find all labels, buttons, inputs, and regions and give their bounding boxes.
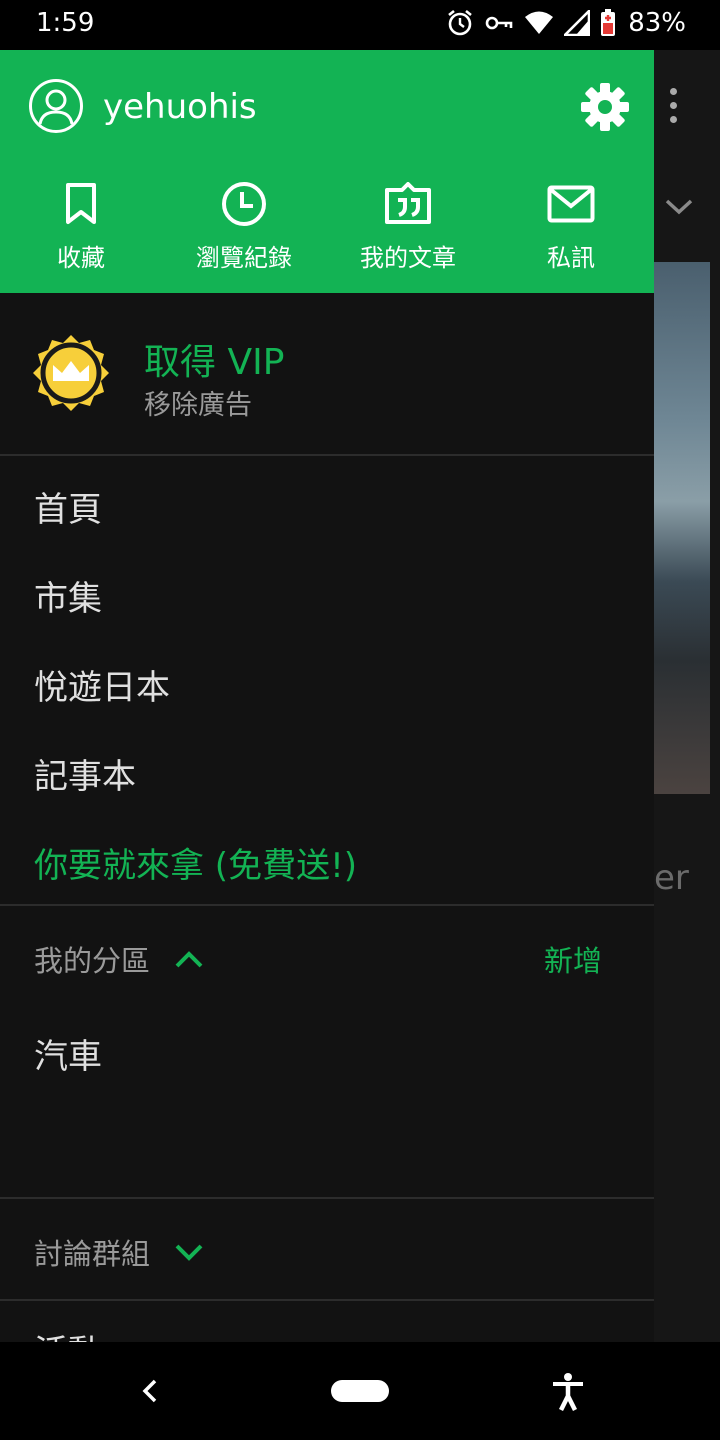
vip-title: 取得 VIP (144, 342, 285, 383)
home-pill-button[interactable] (331, 1380, 389, 1402)
accessibility-icon[interactable] (550, 1372, 586, 1412)
menu-item-home[interactable]: 首頁 (34, 482, 102, 531)
divider (0, 904, 654, 906)
background-partial-text: er (654, 858, 689, 898)
status-time: 1:59 (36, 8, 95, 38)
divider (0, 1299, 654, 1301)
crown-badge-icon (33, 335, 109, 411)
menu-item-market[interactable]: 市集 (34, 571, 102, 620)
my-sections-title: 我的分區 (34, 944, 151, 978)
background-app: er (654, 50, 720, 1342)
groups-title: 討論群組 (34, 1237, 151, 1271)
section-item-car[interactable]: 汽車 (34, 1029, 102, 1078)
drawer-header: yehuohis 收藏 瀏覽紀錄 我的文章 私訊 (0, 50, 654, 293)
quick-favorites-label: 收藏 (57, 244, 105, 272)
groups-header[interactable]: 討論群組 (34, 1231, 204, 1273)
quick-my-articles-label: 我的文章 (360, 244, 456, 272)
quick-history-label: 瀏覽紀錄 (196, 244, 292, 272)
bookmark-icon (66, 183, 96, 224)
back-icon[interactable] (138, 1378, 162, 1404)
status-bar: 1:59 83% (0, 0, 720, 50)
menu-item-notebook[interactable]: 記事本 (34, 749, 136, 798)
quick-messages[interactable]: 私訊 (496, 180, 646, 273)
background-photo (654, 262, 710, 794)
quick-history[interactable]: 瀏覽紀錄 (169, 180, 319, 273)
quick-my-articles[interactable]: 我的文章 (333, 180, 483, 273)
signal-icon (564, 10, 591, 36)
chevron-up-icon (175, 951, 203, 968)
avatar-icon[interactable] (28, 78, 84, 134)
menu-item-giveaway[interactable]: 你要就來拿 (免費送!) (34, 838, 357, 887)
overflow-menu-icon (670, 88, 680, 130)
quick-favorites[interactable]: 收藏 (6, 180, 156, 273)
quick-messages-label: 私訊 (547, 244, 595, 272)
vpn-key-icon (485, 16, 513, 30)
gear-icon[interactable] (580, 82, 630, 132)
username[interactable]: yehuohis (103, 87, 257, 127)
my-sections-header[interactable]: 我的分區 (34, 938, 204, 980)
chevron-down-icon (665, 199, 693, 215)
add-section-button[interactable]: 新增 (544, 938, 602, 980)
navigation-drawer: yehuohis 收藏 瀏覽紀錄 我的文章 私訊 取得 VIP 移除廣告 首頁 … (0, 50, 654, 1342)
chevron-down-icon (175, 1244, 203, 1261)
menu-item-events[interactable]: 活動 (34, 1325, 102, 1342)
mail-icon (547, 185, 595, 223)
system-nav-bar (0, 1342, 720, 1440)
alarm-icon (448, 9, 473, 36)
clock-icon (222, 182, 266, 226)
vip-banner[interactable]: 取得 VIP 移除廣告 (0, 293, 654, 456)
menu-item-japan-travel[interactable]: 悅遊日本 (34, 660, 170, 709)
vip-subtitle: 移除廣告 (144, 390, 252, 421)
battery-percent: 83% (628, 8, 686, 38)
battery-icon (601, 9, 616, 36)
divider (0, 1197, 654, 1199)
article-icon (385, 182, 431, 224)
wifi-icon (525, 11, 554, 34)
